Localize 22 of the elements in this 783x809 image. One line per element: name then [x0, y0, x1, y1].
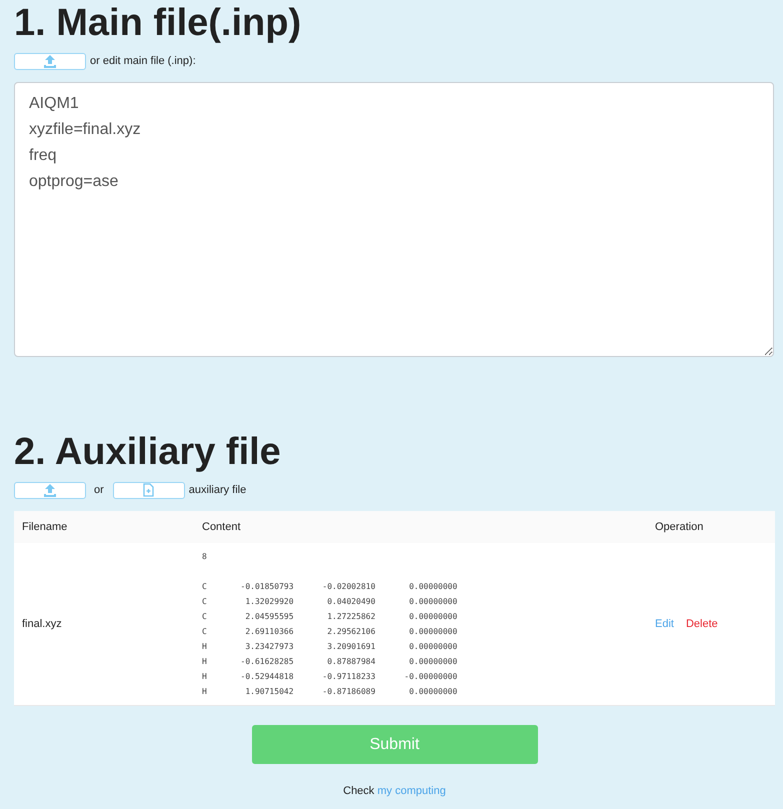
aux-hint: auxiliary file	[188, 484, 246, 496]
new-file-icon	[143, 483, 154, 497]
or-text: or	[94, 484, 104, 496]
column-header: Filename	[14, 511, 194, 543]
table-cell: final.xyz	[14, 543, 194, 706]
column-header: Operation	[647, 511, 775, 543]
upload-button[interactable]	[14, 52, 86, 70]
upload-button[interactable]	[14, 482, 86, 498]
my-computing-link[interactable]: my computing	[377, 785, 446, 797]
edit-link[interactable]: Edit	[655, 618, 674, 630]
upload-icon	[43, 484, 57, 496]
editor-field[interactable]: AIQM1 xyzfile=final.xyz freq optprog=ase	[14, 82, 774, 357]
upload-icon	[43, 54, 57, 68]
new-file-button[interactable]	[112, 482, 185, 498]
column-header: Content	[194, 511, 647, 543]
section-title: 2. Auxiliary file	[14, 430, 281, 475]
footer-text: Check	[343, 785, 374, 797]
delete-link[interactable]: Delete	[686, 618, 718, 630]
submit-button[interactable]: Submit	[252, 725, 538, 764]
file-content: 8 C -0.01850793 -0.02002810 0.00000000 C 1.32029920 0.04020490 0.00000000 C 2.04595595 1.27225862 0.00000000 C 2.69110366 2.29562106 0.00000000 H 3.23427973 3.20901691 0.00000000 H -0.61628285 0.87887984 0.00000000 H -0.52944818 -0.97118233 -0.00000000 H 1.90715042 -0.87186089 0.00000000	[202, 551, 458, 698]
upload-hint: or edit main file (.inp):	[90, 55, 196, 67]
section-title: 1. Main file(.inp)	[14, 1, 302, 46]
